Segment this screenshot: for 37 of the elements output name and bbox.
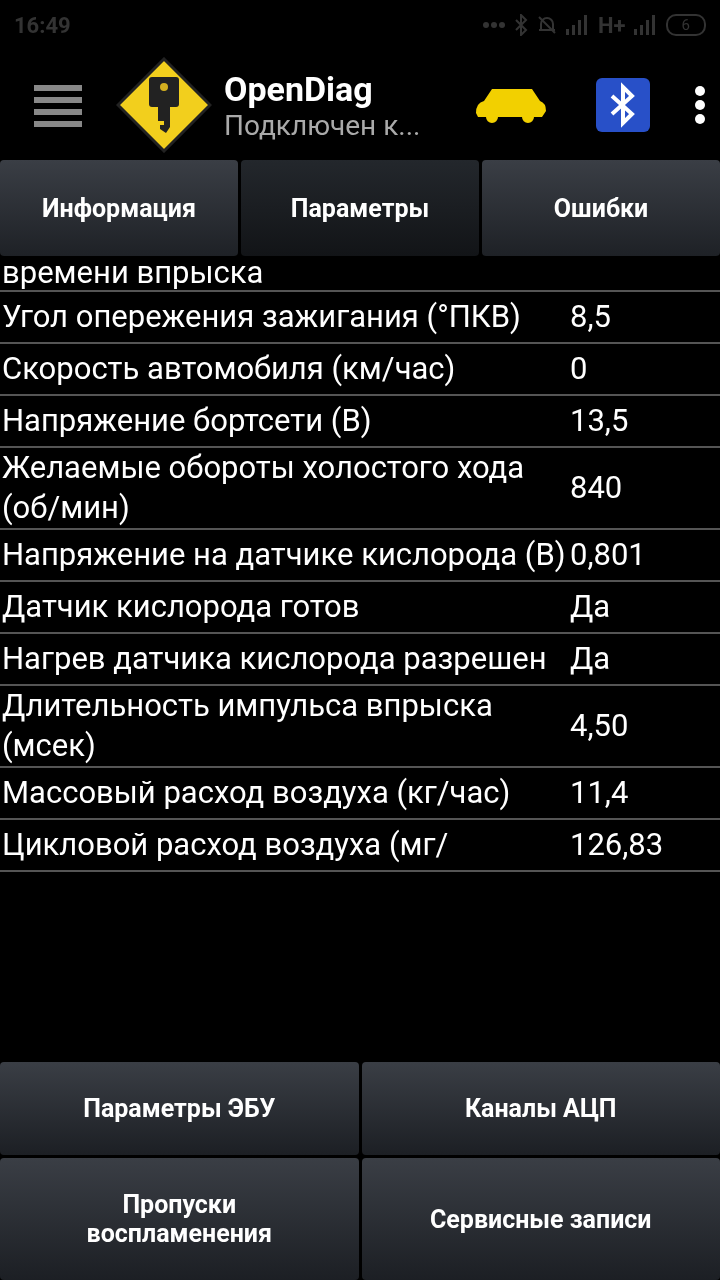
parameter-name: Датчик кислорода готов <box>2 587 361 627</box>
parameter-value: Да <box>570 639 612 679</box>
parameter-value: 13,5 <box>570 401 630 441</box>
parameter-value: 0 <box>570 349 589 389</box>
parameter-value: 8,5 <box>570 297 612 337</box>
parameter-name: Нагрев датчика кислорода разрешен <box>2 639 548 679</box>
signal-icon <box>633 15 658 35</box>
parameter-value: 4,50 <box>570 706 630 746</box>
section-button[interactable]: Пропуски воспламенения <box>0 1158 359 1280</box>
parameter-name: Угол опережения зажигания (°ПКВ) <box>2 297 522 337</box>
parameter-name: Напряжение на датчике кислорода (В) <box>2 535 567 575</box>
more-dots-icon <box>482 21 507 29</box>
parameter-value: 11,4 <box>570 773 630 813</box>
section-button[interactable]: Параметры ЭБУ <box>0 1062 359 1155</box>
car-icon[interactable] <box>474 87 548 123</box>
tab[interactable]: Параметры <box>241 160 479 256</box>
parameter-name: Напряжение бортсети (В) <box>2 401 373 441</box>
parameter-value: 840 <box>570 468 624 508</box>
tab[interactable]: Информация <box>0 160 238 256</box>
parameter-name: времени впрыска <box>2 258 265 288</box>
bluetooth-adapter-icon[interactable] <box>596 78 650 132</box>
parameter-name: Скорость автомобиля (км/час) <box>2 349 457 389</box>
bluetooth-icon <box>514 14 529 36</box>
parameter-value: Да <box>570 587 612 627</box>
parameter-value: 126,83 <box>570 825 665 865</box>
key-logo-icon <box>116 57 212 153</box>
connection-status: Подключен к... <box>224 108 422 142</box>
overflow-menu-icon[interactable] <box>694 85 706 125</box>
parameter-name: Длительность импульса впрыска (мсек) <box>2 686 494 766</box>
parameter-name: Желаемые обороты холостого хода (об/мин) <box>2 448 526 528</box>
parameter-name: Цикловой расход воздуха (мг/ <box>2 825 450 865</box>
parameter-name: Массовый расход воздуха (кг/час) <box>2 773 512 813</box>
tab[interactable]: Ошибки <box>482 160 720 256</box>
section-button[interactable]: Сервисные записи <box>361 1158 720 1280</box>
parameter-value: 0,801 <box>570 535 647 575</box>
section-button[interactable]: Каналы АЦП <box>361 1062 720 1155</box>
app-title: OpenDiag <box>224 68 374 109</box>
